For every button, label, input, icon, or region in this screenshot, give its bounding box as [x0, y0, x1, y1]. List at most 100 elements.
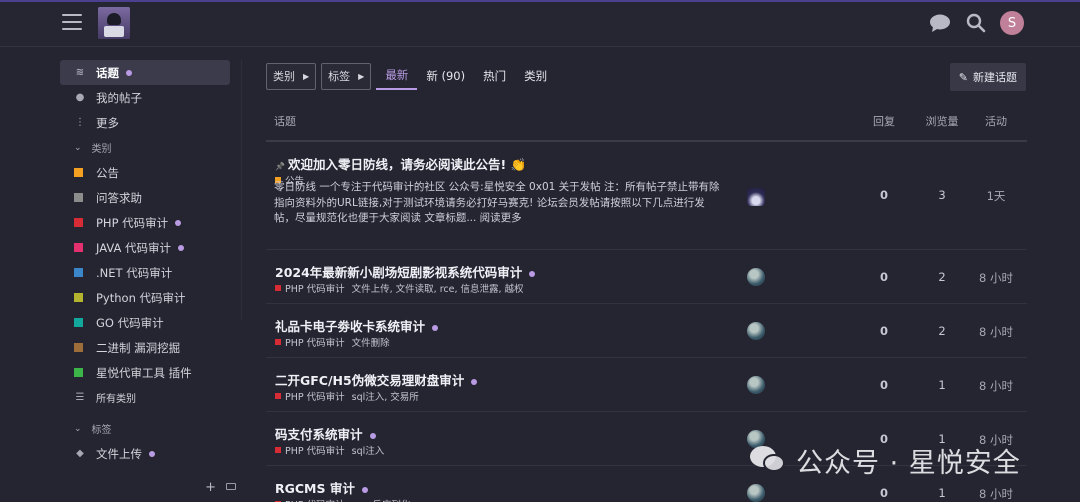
plus-icon[interactable]: +	[205, 480, 216, 495]
sidebar-category-2[interactable]: PHP 代码审计	[60, 210, 230, 235]
category-color-swatch	[74, 243, 83, 252]
sidebar-item-label: 二进制 漏洞挖掘	[96, 340, 181, 355]
tab-1[interactable]: 新 (90)	[417, 63, 474, 90]
topic-category[interactable]: PHP 代码审计	[285, 281, 345, 295]
topic-category[interactable]: PHP 代码审计	[285, 497, 345, 502]
tags-section-title: 标签	[91, 425, 112, 436]
topic-row[interactable]: 📌 欢迎加入零日防线，请务必阅读此公告! 👏 公告 零日防线 一个专注于代码审计的社区…	[266, 142, 1027, 250]
sidebar-item-label: 问答求助	[96, 190, 142, 205]
tab-3[interactable]: 类别	[515, 63, 556, 90]
topic-title[interactable]: 📌 欢迎加入零日防线，请务必阅读此公告! 👏	[275, 154, 526, 173]
category-color-swatch	[74, 193, 83, 202]
sidebar-item-label: PHP 代码审计	[96, 215, 169, 230]
new-topic-button[interactable]: ✎ 新建话题	[949, 63, 1026, 91]
sidebar-category-3[interactable]: JAVA 代码审计	[60, 235, 230, 260]
topic-tags[interactable]: rce, 反序列化	[352, 497, 411, 502]
tag-dropdown[interactable]: 标签 ▶	[321, 62, 372, 90]
reply-count: 0	[879, 324, 888, 338]
category-color-swatch	[74, 368, 83, 377]
activity-time[interactable]: 8 小时	[971, 270, 1021, 286]
sidebar-item-0[interactable]: ≋ 话题	[60, 60, 230, 85]
topic-title[interactable]: 码支付系统审计	[275, 424, 376, 443]
sidebar-category-7[interactable]: 二进制 漏洞挖掘	[60, 335, 230, 360]
topic-meta: PHP 代码审计 文件上传, 文件读取, rce, 信息泄露, 越权	[275, 281, 524, 295]
tab-0[interactable]: 最新	[376, 63, 418, 90]
reply-count: 0	[879, 270, 888, 284]
poster-avatar[interactable]	[747, 268, 765, 286]
topic-row[interactable]: 礼品卡电子劵收卡系统审计 PHP 代码审计 文件删除 0 2 8 小时	[266, 304, 1027, 358]
header-activity[interactable]: 活动	[971, 113, 1021, 129]
new-topic-label: 新建话题	[973, 71, 1017, 84]
sidebar-category-0[interactable]: 公告	[60, 160, 230, 185]
sidebar-category-8[interactable]: 星悦代审工具 插件	[60, 360, 230, 385]
caret-right-icon: ▶	[358, 71, 365, 81]
topic-category[interactable]: PHP 代码审计	[285, 389, 345, 403]
tag-dropdown-label: 标签	[328, 70, 351, 83]
header-views[interactable]: 浏览量	[914, 113, 970, 129]
poster-avatar[interactable]	[747, 484, 765, 502]
site-header: S	[0, 2, 1080, 47]
topic-title[interactable]: RGCMS 审计	[275, 478, 368, 497]
sidebar-category-5[interactable]: Python 代码审计	[60, 285, 230, 310]
sidebar-item-label: 话题	[96, 65, 119, 80]
sidebar-category-1[interactable]: 问答求助	[60, 185, 230, 210]
hamburger-icon[interactable]	[62, 14, 82, 32]
category-color-swatch	[275, 285, 281, 291]
topic-row[interactable]: 二开GFC/H5伪微交易理财盘审计 PHP 代码审计 sql注入, 交易所 0 1 8 小…	[266, 358, 1027, 412]
chevron-down-icon: ⌄	[74, 142, 82, 153]
search-icon[interactable]	[964, 11, 988, 35]
categories-section-toggle[interactable]: ⌄ 类别	[60, 135, 230, 160]
unread-dot	[175, 219, 182, 226]
header-topic[interactable]: 话题	[274, 113, 296, 129]
category-color-swatch	[275, 339, 281, 345]
category-color-swatch	[74, 218, 83, 227]
tags-section-toggle[interactable]: ⌄ 标签	[60, 416, 230, 441]
header-replies[interactable]: 回复	[856, 113, 912, 129]
topic-title[interactable]: 礼品卡电子劵收卡系统审计	[275, 316, 439, 335]
topic-title[interactable]: 2024年最新新小剧场短剧影视系统代码审计	[275, 262, 536, 281]
more-vertical-icon: ⋮	[75, 117, 85, 128]
tab-2[interactable]: 热门	[474, 63, 515, 90]
category-color-swatch	[74, 318, 83, 327]
activity-time[interactable]: 8 小时	[971, 378, 1021, 394]
topic-tags[interactable]: sql注入	[352, 443, 385, 457]
topic-excerpt: 零日防线 一个专注于代码审计的社区 公众号:星悦安全 0x01 关于发帖 注：所…	[274, 181, 720, 224]
topic-tags[interactable]: sql注入, 交易所	[352, 389, 419, 403]
sidebar-item-label: .NET 代码审计	[96, 265, 173, 280]
topic-category[interactable]: PHP 代码审计	[285, 443, 345, 457]
poster-avatar[interactable]	[747, 188, 765, 206]
sidebar-item-label: 公告	[96, 165, 119, 180]
sidebar-item-2[interactable]: ⋮ 更多	[60, 110, 230, 135]
sidebar-category-6[interactable]: GO 代码审计	[60, 310, 230, 335]
poster-avatar[interactable]	[747, 376, 765, 394]
chat-bubble-icon[interactable]	[928, 11, 952, 35]
poster-avatar[interactable]	[747, 322, 765, 340]
topic-title-text: 欢迎加入零日防线，请务必阅读此公告! 👏	[287, 157, 527, 172]
unread-dot	[126, 69, 132, 76]
sidebar-item-1[interactable]: ● 我的帖子	[60, 85, 230, 110]
category-dropdown[interactable]: 类别 ▶	[266, 62, 317, 90]
sidebar-category-4[interactable]: .NET 代码审计	[60, 260, 230, 285]
sidebar-tag-0[interactable]: ◆ 文件上传	[60, 441, 230, 466]
view-count: 2	[938, 324, 946, 338]
category-color-swatch	[74, 343, 83, 352]
unread-dot	[369, 433, 376, 439]
topic-title[interactable]: 二开GFC/H5伪微交易理财盘审计	[275, 370, 478, 389]
topic-meta: PHP 代码审计 sql注入, 交易所	[275, 389, 419, 403]
activity-time[interactable]: 8 小时	[971, 486, 1021, 502]
sidebar-item-label: 所有类别	[96, 394, 136, 405]
topic-category[interactable]: PHP 代码审计	[285, 335, 345, 349]
topic-tags[interactable]: 文件删除	[352, 335, 390, 349]
user-avatar[interactable]: S	[1000, 11, 1024, 35]
topic-row[interactable]: 2024年最新新小剧场短剧影视系统代码审计 PHP 代码审计 文件上传, 文件读取,…	[266, 250, 1027, 304]
keyboard-icon[interactable]	[226, 483, 236, 490]
view-count: 1	[938, 486, 946, 500]
topic-tags[interactable]: 文件上传, 文件读取, rce, 信息泄露, 越权	[352, 281, 524, 295]
sidebar-item-label: 文件上传	[96, 446, 142, 461]
topic-meta: PHP 代码审计 sql注入	[275, 443, 384, 457]
site-logo[interactable]	[98, 7, 130, 39]
sidebar-all-categories[interactable]: ☰ 所有类别	[60, 385, 230, 410]
topic-title-text: 码支付系统审计	[275, 427, 363, 442]
activity-time[interactable]: 1天	[971, 188, 1021, 204]
activity-time[interactable]: 8 小时	[971, 324, 1021, 340]
